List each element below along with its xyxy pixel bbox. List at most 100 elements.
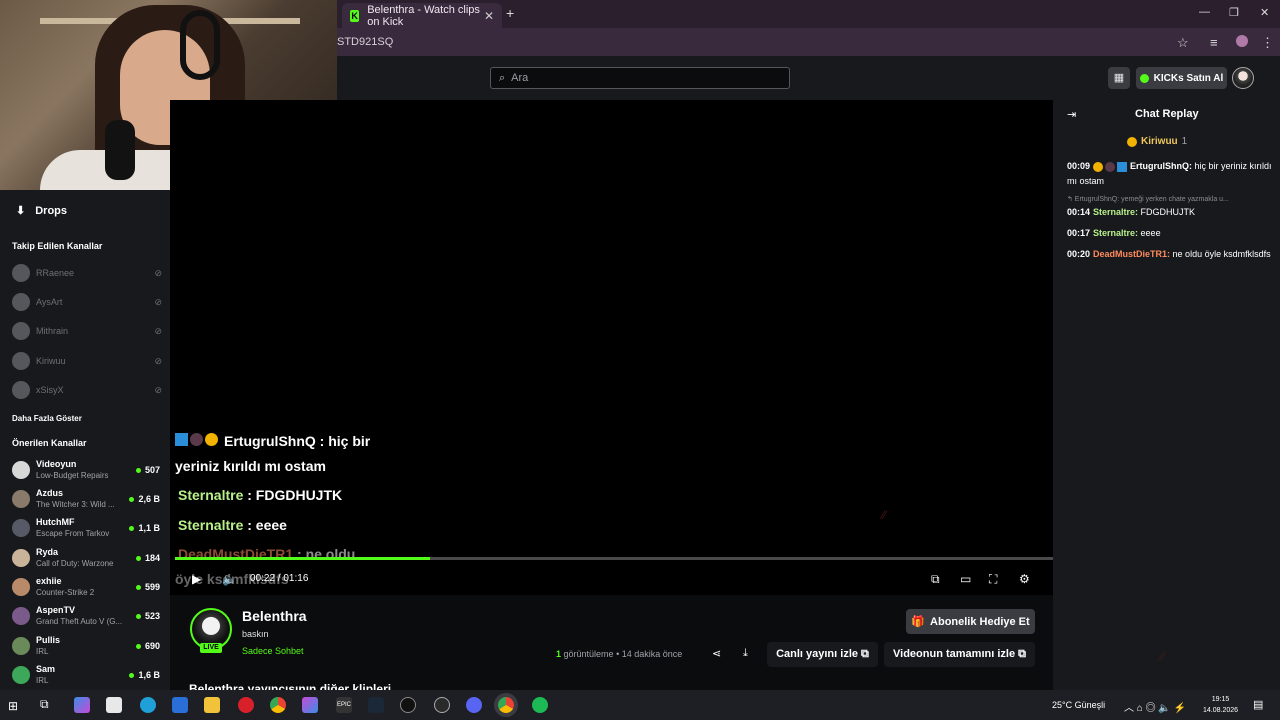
badge-icon (1105, 161, 1116, 172)
user-avatar[interactable] (1232, 67, 1254, 89)
live-dot-icon (135, 555, 141, 561)
buy-kicks-label: KICKs Satın Al (1153, 72, 1224, 84)
browser-menu-icon[interactable]: ⋮ (1261, 35, 1274, 51)
app-icon[interactable] (302, 697, 318, 713)
stream-category[interactable]: Sadece Sohbet (242, 646, 304, 656)
download-icon[interactable]: ⤓ (743, 647, 748, 660)
viewer-count: 2,6 B (129, 494, 160, 504)
followed-channel[interactable]: xSisyX ⊘ (12, 381, 162, 399)
close-window-button[interactable]: ✕ (1260, 6, 1269, 19)
media-control-icon[interactable]: ≡ (1210, 35, 1218, 50)
avatar (12, 264, 30, 282)
watch-live-button[interactable]: Canlı yayını izle ⧉ (767, 642, 878, 667)
notification-icon[interactable]: ▤ (1253, 698, 1263, 711)
file-explorer-icon[interactable] (204, 697, 220, 713)
fullscreen-icon[interactable]: ⛶ (989, 572, 997, 587)
viewer-number: 507 (144, 465, 160, 475)
viewer-count: 184 (135, 553, 160, 563)
followed-channel[interactable]: RRaenee ⊘ (12, 264, 162, 282)
recommended-channel[interactable]: Sam IRL 1,6 B (12, 662, 160, 688)
maximize-button[interactable]: ❐ (1229, 6, 1239, 19)
clock-time: 19:15 (1211, 696, 1230, 703)
weather-widget[interactable]: 25°C Güneşli (1052, 700, 1105, 710)
chat-user[interactable]: Sternaltre: (1093, 207, 1138, 217)
recommended-channel[interactable]: Azdus The Witcher 3: Wild ... 2,6 B (12, 486, 160, 512)
store-icon[interactable] (106, 697, 122, 713)
stream-title: baskın (242, 629, 269, 639)
channel-name[interactable]: Belenthra (242, 608, 307, 624)
discord-icon[interactable] (466, 697, 482, 713)
chat-user[interactable]: DeadMustDieTR1: (1093, 249, 1170, 259)
chat-time: 00:17 (1067, 228, 1091, 238)
headset-icon (180, 10, 220, 80)
viewer-number: 2,6 B (138, 494, 160, 504)
followed-channel[interactable]: AysArt ⊘ (12, 293, 162, 311)
badge-icon (175, 433, 188, 446)
overlay-line: yeriniz kırıldı mı ostam (175, 458, 326, 474)
minimize-button[interactable]: — (1199, 6, 1210, 18)
clock[interactable]: 19:15 14.08.2026 (1203, 694, 1238, 716)
offline-icon: ⊘ (154, 384, 162, 395)
followed-title: Takip Edilen Kanallar (12, 241, 103, 251)
channel-game: The Witcher 3: Wild ... (36, 500, 115, 509)
chat-message: 00:17 Sternaltre: eeee (1067, 226, 1272, 241)
collapse-chat-icon[interactable]: ⇥ (1067, 108, 1076, 121)
followed-channel[interactable]: Mithrain ⊘ (12, 322, 162, 340)
edge-icon[interactable] (140, 697, 156, 713)
theater-mode-icon[interactable]: ▭ (960, 572, 971, 586)
url-text[interactable]: STD921SQ (337, 36, 393, 48)
profile-icon[interactable] (1236, 35, 1248, 47)
steam-icon[interactable] (368, 697, 384, 713)
task-view-icon[interactable]: ⧉ (40, 697, 56, 713)
copilot-icon[interactable] (74, 697, 90, 713)
epic-games-icon[interactable]: EPIC (336, 697, 352, 713)
video-player[interactable] (170, 100, 1053, 595)
app-icon[interactable] (434, 697, 450, 713)
buy-kicks-button[interactable]: KICKs Satın Al (1136, 67, 1227, 89)
chat-user[interactable]: ErtugrulShnQ: (1130, 161, 1192, 171)
recommended-channel[interactable]: Ryda Call of Duty: Warzone 184 (12, 545, 160, 571)
microphone-icon (105, 120, 135, 180)
followed-channel[interactable]: Kiriwuu ⊘ (12, 352, 162, 370)
offline-icon: ⊘ (154, 267, 162, 278)
pinned-count: 1 (1181, 136, 1188, 147)
channel-name: AspenTV (36, 605, 76, 615)
recommended-channel[interactable]: Pullis IRL 690 (12, 633, 160, 659)
chat-text: ne oldu öyle ksdmfklsdfs (1170, 249, 1271, 259)
opera-icon[interactable] (238, 697, 254, 713)
viewer-number: 523 (144, 611, 160, 621)
bookmark-star-icon[interactable]: ☆ (1177, 35, 1189, 51)
overlay-line: Sternaltre : eeee (178, 517, 287, 533)
spotify-icon[interactable] (532, 697, 548, 713)
reply-preview: ↰ ErtugrulShnQ: yemeği yerken chate yazm… (1067, 196, 1229, 203)
tray-icons[interactable]: ︿ ⌂ ◎ 🔈 ⚡ (1124, 699, 1186, 714)
drops-link[interactable]: ⬇ Drops (16, 204, 67, 218)
chat-user[interactable]: Sternaltre: (1093, 228, 1138, 238)
live-dot-icon (135, 613, 141, 619)
mail-icon[interactable] (172, 697, 188, 713)
new-tab-button[interactable]: + (506, 5, 514, 21)
tab-close-icon[interactable]: ✕ (484, 9, 494, 23)
chrome-active-icon[interactable] (498, 697, 514, 713)
recommended-channel[interactable]: Videoyun Low-Budget Repairs 507 (12, 457, 160, 483)
gift-icon[interactable]: ▦ (1108, 67, 1130, 89)
viewer-number: 1,1 B (138, 523, 160, 533)
volume-icon[interactable]: 🔈 (222, 572, 237, 586)
recommended-channel[interactable]: exhiie Counter-Strike 2 599 (12, 574, 160, 600)
recommended-channel[interactable]: HutchMF Escape From Tarkov 1,1 B (12, 515, 160, 541)
recommended-channel[interactable]: AspenTV Grand Theft Auto V (G... 523 (12, 603, 160, 629)
settings-icon[interactable]: ⚙ (1019, 572, 1030, 586)
browser-tab[interactable]: K Belenthra - Watch clips on Kick ✕ (342, 3, 502, 28)
share-icon[interactable]: ⋖ (712, 647, 721, 660)
chrome-icon[interactable] (270, 697, 286, 713)
show-more-link[interactable]: Daha Fazla Göster (12, 414, 82, 423)
start-icon[interactable]: ⊞ (8, 699, 22, 713)
play-icon[interactable]: ▶ (192, 572, 201, 586)
pip-icon[interactable]: ⧉ (931, 572, 940, 587)
obs-icon[interactable] (400, 697, 416, 713)
gift-sub-button[interactable]: 🎁 Abonelik Hediye Et (906, 609, 1035, 634)
search-input[interactable]: ⌕ Ara (490, 67, 790, 89)
watch-full-video-button[interactable]: Videonun tamamını izle ⧉ (884, 642, 1035, 667)
avatar (12, 461, 30, 479)
viewer-count: 599 (135, 582, 160, 592)
